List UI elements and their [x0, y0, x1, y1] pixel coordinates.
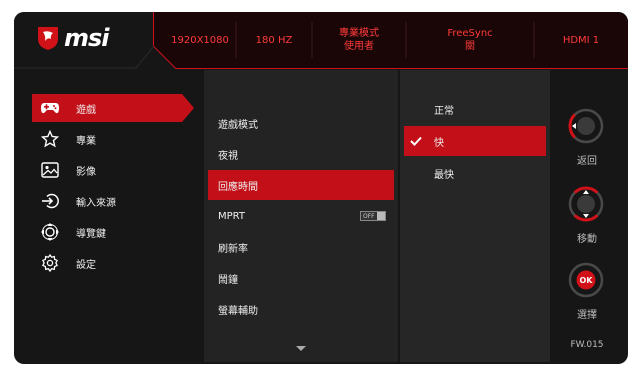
submenu-item-label: 遊戲模式: [218, 119, 258, 131]
menu-item-image[interactable]: 影像: [32, 156, 192, 184]
submenu-item-night-vision[interactable]: 夜視: [208, 139, 394, 169]
submenu-item-alarm-clock[interactable]: 鬧鐘: [208, 263, 394, 293]
osd-window: msi 1920X1080 180 HZ 專業模式 使用者 FreeSync 關…: [14, 12, 628, 364]
menu-item-settings[interactable]: 設定: [32, 249, 192, 277]
submenu-item-mprt[interactable]: MPRT OFF: [208, 201, 394, 231]
navigation-hints: 返回 移動 OK 選擇 FW.015: [552, 70, 622, 362]
ok-text: OK: [580, 276, 594, 285]
pro-mode-value: 使用者: [344, 41, 374, 52]
option-fastest[interactable]: 最快: [404, 158, 546, 188]
refresh-text: 180 HZ: [255, 34, 293, 46]
freesync-status: FreeSync 關: [406, 22, 534, 58]
freesync-value: 關: [465, 41, 475, 52]
option-fast[interactable]: 快: [404, 126, 546, 156]
select-label: 選擇: [577, 310, 597, 321]
menu-item-label: 專業: [76, 135, 96, 147]
menu-item-input-source[interactable]: 輸入來源: [32, 187, 192, 215]
checkmark-icon: [410, 136, 424, 146]
submenu-item-response-time[interactable]: 回應時間: [208, 170, 394, 200]
menu-item-gaming[interactable]: 遊戲: [32, 94, 194, 122]
msi-logo-text: msi: [64, 24, 110, 52]
input-source-icon: [40, 191, 60, 211]
input-text: HDMI 1: [562, 34, 600, 46]
menu-item-navi-key[interactable]: 導覽鍵: [32, 218, 192, 246]
resolution-status: 1920X1080: [164, 22, 236, 58]
submenu-item-label: 刷新率: [218, 243, 248, 255]
move-joystick-icon: [568, 186, 604, 222]
option-label: 正常: [434, 105, 454, 117]
submenu-item-screen-assistance[interactable]: 螢幕輔助: [208, 294, 394, 324]
submenu-item-label: 夜視: [218, 150, 238, 162]
menu-item-label: 遊戲: [76, 104, 96, 116]
options-panel: 正常 快 最快: [400, 70, 550, 362]
menu-item-label: 設定: [76, 259, 96, 271]
select-joystick-icon: OK: [568, 262, 604, 298]
submenu-item-game-mode[interactable]: 遊戲模式: [208, 108, 394, 138]
menu-item-professional[interactable]: 專業: [32, 125, 192, 153]
pro-mode-label: 專業模式: [339, 28, 379, 39]
menu-item-label: 輸入來源: [76, 197, 116, 209]
toggle-knob: [377, 212, 385, 220]
gamepad-icon: [40, 98, 60, 118]
pro-mode-status: 專業模式 使用者: [312, 22, 406, 58]
submenu-item-label: 螢幕輔助: [218, 305, 258, 317]
back-label: 返回: [577, 156, 597, 167]
option-label: 快: [434, 137, 444, 149]
dragon-shield-icon: [38, 27, 58, 50]
refresh-status: 180 HZ: [236, 22, 312, 58]
option-label: 最快: [434, 169, 454, 181]
freesync-label: FreeSync: [447, 28, 493, 39]
gear-icon: [40, 253, 60, 273]
image-icon: [40, 160, 60, 180]
navi-key-icon: [40, 222, 60, 242]
star-icon: [40, 129, 60, 149]
menu-item-label: 導覽鍵: [76, 228, 106, 240]
submenu-item-refresh-rate[interactable]: 刷新率: [208, 232, 394, 262]
submenu-item-label: MPRT: [218, 210, 245, 222]
input-status: HDMI 1: [534, 22, 628, 58]
move-label: 移動: [577, 234, 597, 245]
header-bar: msi 1920X1080 180 HZ 專業模式 使用者 FreeSync 關…: [14, 12, 628, 70]
submenu-item-label: 回應時間: [218, 181, 258, 193]
scroll-down-icon[interactable]: [296, 346, 306, 351]
resolution-text: 1920X1080: [171, 34, 229, 46]
main-menu: 遊戲 專業 影像 輸入來源 導覽鍵 設定: [22, 70, 202, 360]
sub-menu: 遊戲模式 夜視 回應時間 MPRT OFF 刷新率 鬧鐘 螢幕輔助: [204, 70, 398, 362]
back-joystick-icon: [568, 108, 604, 144]
menu-item-label: 影像: [76, 166, 96, 178]
firmware-version: FW.015: [570, 340, 604, 350]
submenu-item-label: 鬧鐘: [218, 274, 238, 286]
option-normal[interactable]: 正常: [404, 94, 546, 124]
msi-logo: msi: [36, 24, 110, 52]
mprt-toggle[interactable]: OFF: [360, 211, 386, 221]
toggle-state-text: OFF: [363, 212, 375, 220]
